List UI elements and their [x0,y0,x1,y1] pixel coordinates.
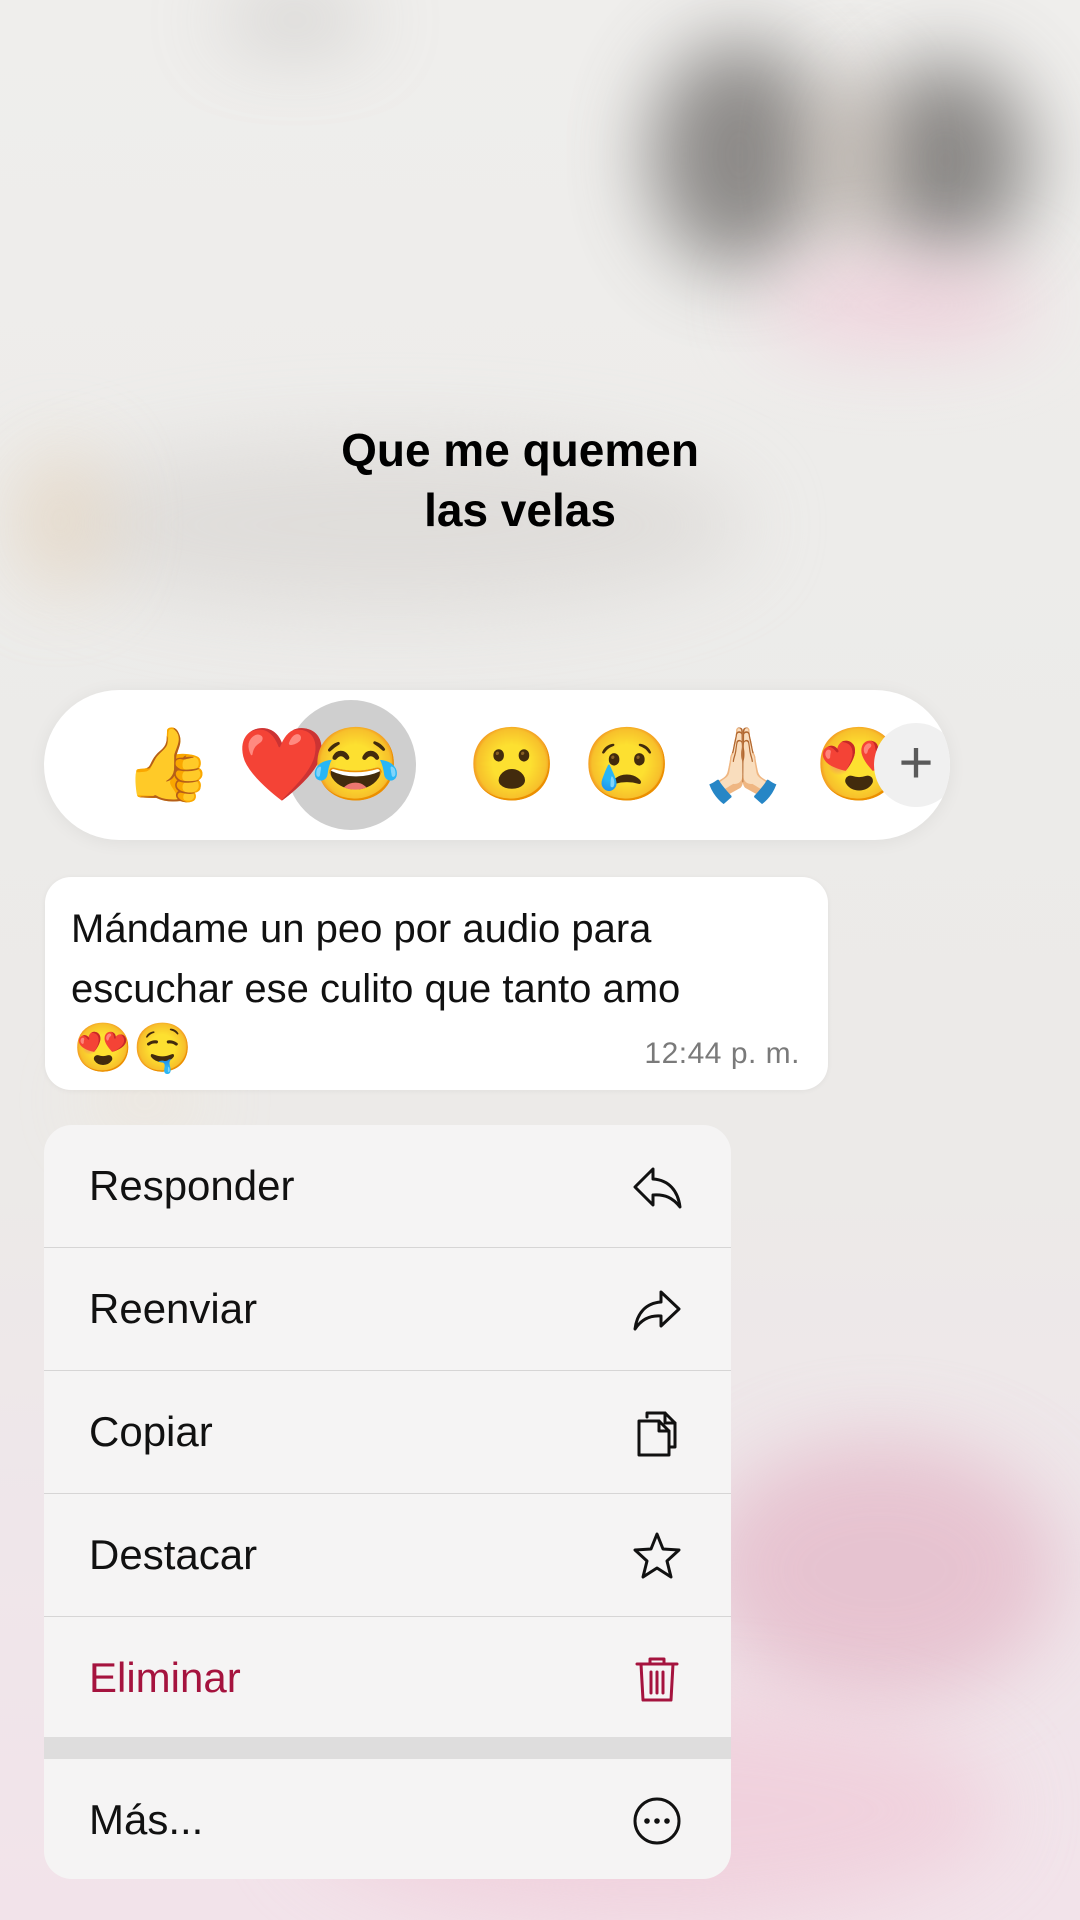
more-icon [631,1795,683,1847]
menu-item-label: Reenviar [89,1285,258,1332]
message-bubble[interactable]: Mándame un peo por audio para escuchar e… [45,877,828,1090]
title-line-2: las velas [424,484,616,536]
reaction-red-heart[interactable]: ❤️ [237,725,327,805]
blurred-shape [760,260,1040,350]
title-line-1: Que me quemen [341,424,699,476]
blurred-shape [220,0,370,40]
menu-item-copy[interactable]: Copiar [44,1371,731,1494]
forward-icon [631,1284,683,1336]
reaction-folded-hands[interactable]: 🙏🏻 [698,725,788,805]
message-timestamp: 12:44 p. m. [644,1037,800,1070]
reaction-tears-of-joy[interactable]: 😂 [311,725,401,805]
reaction-bar: 👍 ❤️ 😂 😮 😢 🙏🏻 😍 + [44,690,950,840]
menu-item-label: Destacar [89,1531,258,1578]
menu-item-forward[interactable]: Reenviar [44,1248,731,1371]
menu-item-star[interactable]: Destacar [44,1494,731,1617]
blurred-photo [820,70,880,250]
reaction-thumbs-up[interactable]: 👍 [123,725,213,805]
menu-item-label: Copiar [89,1408,213,1455]
reply-icon [631,1161,683,1213]
message-text: Mándame un peo por audio para escuchar e… [71,907,681,1011]
more-reactions-button[interactable]: + [874,723,950,807]
blurred-shape [700,1440,1060,1700]
menu-item-reply[interactable]: Responder [44,1125,731,1248]
menu-item-label: Más... [89,1796,204,1843]
star-icon [631,1530,683,1582]
menu-item-more[interactable]: Más... [44,1759,731,1879]
reaction-crying[interactable]: 😢 [582,725,672,805]
blurred-photo [860,60,1030,260]
menu-item-delete[interactable]: Eliminar [44,1617,731,1739]
background-chat-title: Que me quemen las velas [0,420,1040,540]
reaction-surprised[interactable]: 😮 [467,725,557,805]
blurred-photo [650,40,830,270]
copy-icon [631,1407,683,1459]
menu-item-label: Responder [89,1162,295,1209]
menu-item-label: Eliminar [89,1654,241,1701]
trash-icon [631,1653,683,1705]
message-context-menu: Responder Reenviar Copiar Destacar Elimi… [44,1125,731,1879]
menu-separator [44,1737,731,1759]
message-emojis: 😍🤤 [73,1022,193,1075]
